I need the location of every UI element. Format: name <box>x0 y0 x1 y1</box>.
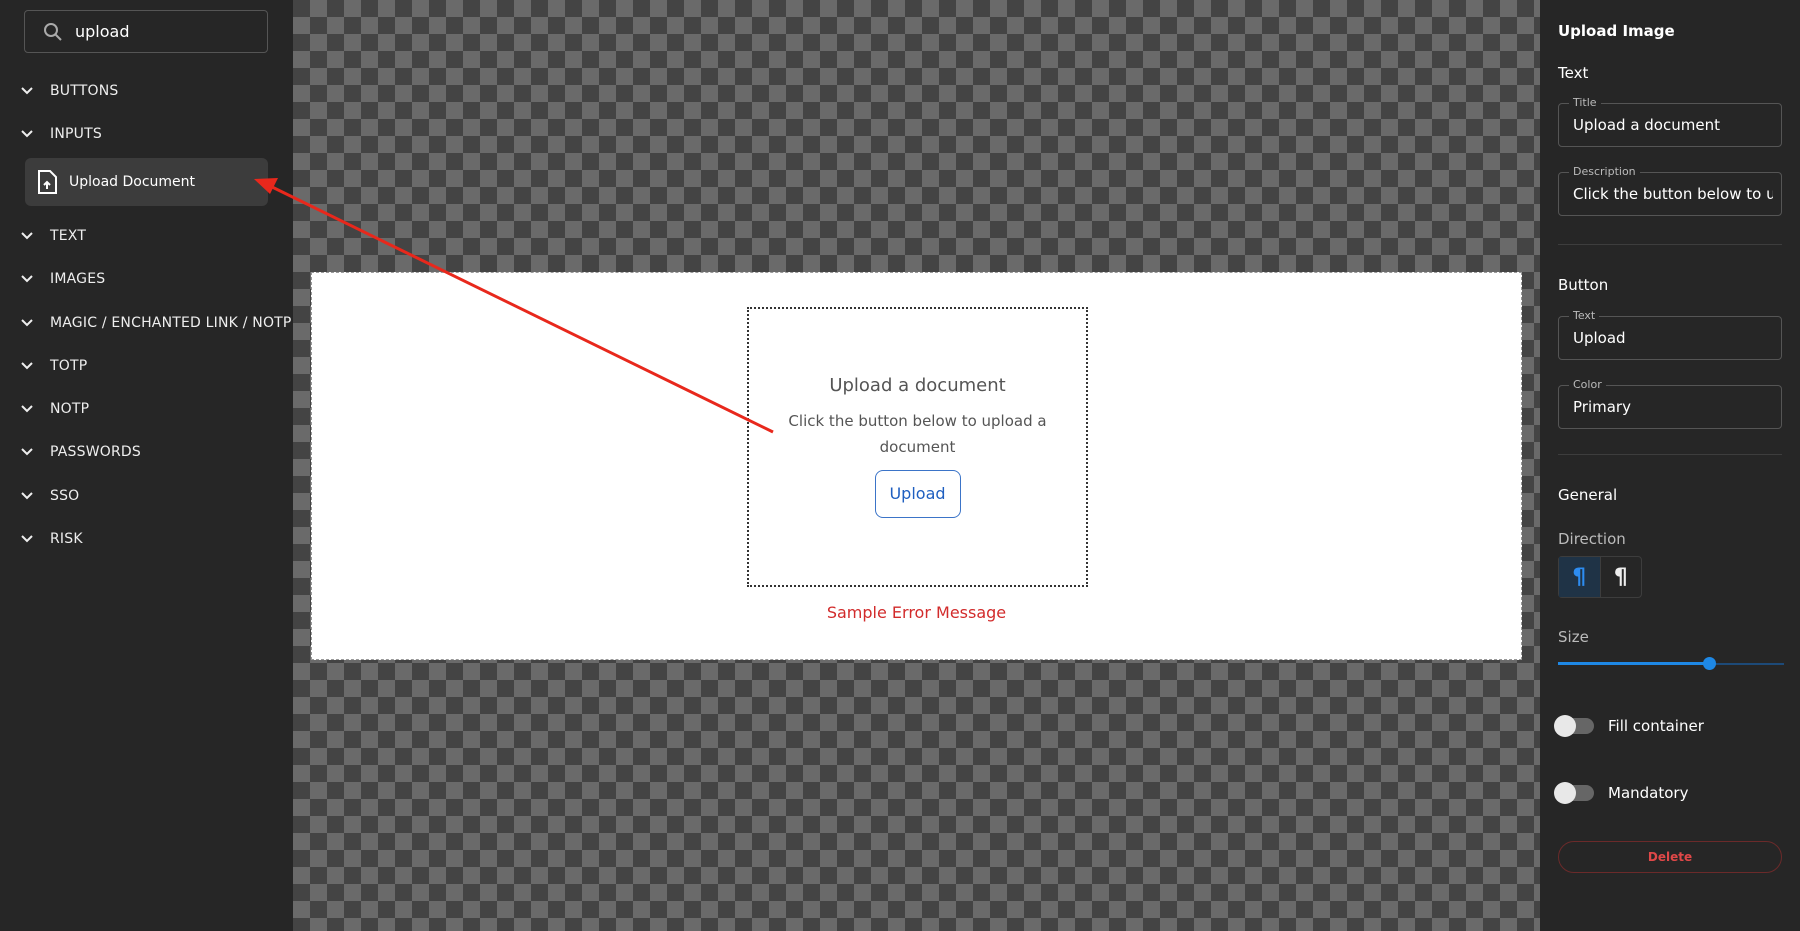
upload-description: Click the button below to upload a docum… <box>788 412 1047 456</box>
slider-thumb[interactable] <box>1702 657 1716 670</box>
description-input[interactable] <box>1573 185 1773 203</box>
category-buttons[interactable]: BUTTONS <box>20 83 119 99</box>
category-inputs[interactable]: INPUTS <box>20 126 102 142</box>
file-upload-icon <box>38 170 57 194</box>
category-magic-enchanted-link-notp[interactable]: MAGIC / ENCHANTED LINK / NOTP <box>20 315 292 331</box>
chevron-down-icon <box>21 275 33 283</box>
search-box[interactable] <box>24 10 268 53</box>
category-notp[interactable]: NOTP <box>20 401 89 417</box>
mandatory-toggle[interactable]: Mandatory <box>1554 782 1689 804</box>
divider <box>1558 454 1782 455</box>
search-input[interactable] <box>75 22 235 41</box>
fill-container-label: Fill container <box>1608 717 1704 735</box>
properties-panel: Upload Image Text Title Description Butt… <box>1540 0 1800 931</box>
chevron-down-icon <box>21 362 33 370</box>
chevron-down-icon <box>21 87 33 95</box>
upload-button[interactable]: Upload <box>874 470 961 518</box>
section-text: Text <box>1558 64 1589 82</box>
description-field[interactable]: Description <box>1558 165 1782 216</box>
category-label: NOTP <box>50 401 90 417</box>
color-label: Color <box>1569 378 1606 391</box>
category-label: PASSWORDS <box>50 444 141 460</box>
category-passwords[interactable]: PASSWORDS <box>20 444 141 460</box>
component-upload-document[interactable]: Upload Document <box>25 158 268 206</box>
upload-title: Upload a document <box>829 375 1006 396</box>
rtl-icon[interactable]: ¶ <box>1601 557 1642 597</box>
chevron-down-icon <box>21 492 33 500</box>
chevron-down-icon <box>21 232 33 240</box>
search-icon <box>44 22 62 41</box>
direction-label: Direction <box>1558 530 1626 548</box>
category-label: INPUTS <box>50 126 102 142</box>
category-label: MAGIC / ENCHANTED LINK / NOTP <box>50 315 292 331</box>
canvas: Upload a document Click the button below… <box>293 0 1540 931</box>
chevron-down-icon <box>21 130 33 138</box>
section-button: Button <box>1558 276 1609 294</box>
category-totp[interactable]: TOTP <box>20 358 87 374</box>
color-select[interactable]: Color <box>1558 378 1782 429</box>
error-message: Sample Error Message <box>826 603 1007 622</box>
divider <box>1558 244 1782 245</box>
chevron-down-icon <box>21 319 33 327</box>
color-value[interactable] <box>1573 398 1773 416</box>
direction-toggle: ¶ ¶ <box>1558 556 1642 598</box>
button-text-field[interactable]: Text <box>1558 309 1782 360</box>
category-label: BUTTONS <box>50 83 119 99</box>
description-label: Description <box>1569 165 1640 178</box>
ltr-icon[interactable]: ¶ <box>1559 557 1601 597</box>
category-label: RISK <box>50 531 83 547</box>
category-label: SSO <box>50 488 80 504</box>
category-sso[interactable]: SSO <box>20 488 79 504</box>
mandatory-label: Mandatory <box>1608 784 1689 802</box>
category-text[interactable]: TEXT <box>20 228 86 244</box>
category-label: TOTP <box>50 358 88 374</box>
category-risk[interactable]: RISK <box>20 531 83 547</box>
chevron-down-icon <box>21 535 33 543</box>
fill-container-toggle[interactable]: Fill container <box>1554 715 1704 737</box>
preview-frame[interactable]: Upload a document Click the button below… <box>311 272 1522 660</box>
section-general: General <box>1558 486 1618 504</box>
category-label: TEXT <box>50 228 87 244</box>
chevron-down-icon <box>21 405 33 413</box>
button-text-input[interactable] <box>1573 329 1773 347</box>
sidebar: BUTTONS INPUTS TEXT IMAGES MAGIC / ENCHANTED… <box>0 0 293 931</box>
component-label: Upload Document <box>69 174 196 190</box>
upload-dropzone[interactable]: Upload a document Click the button below… <box>747 307 1088 587</box>
title-label: Title <box>1569 96 1601 109</box>
category-label: IMAGES <box>50 271 106 287</box>
category-images[interactable]: IMAGES <box>20 271 105 287</box>
chevron-down-icon <box>21 448 33 456</box>
title-input[interactable] <box>1573 116 1773 134</box>
panel-heading: Upload Image <box>1558 22 1675 40</box>
size-slider[interactable] <box>1558 657 1784 670</box>
delete-button[interactable]: Delete <box>1558 841 1782 873</box>
size-label: Size <box>1558 628 1589 646</box>
button-text-label: Text <box>1569 309 1600 322</box>
title-field[interactable]: Title <box>1558 96 1782 147</box>
